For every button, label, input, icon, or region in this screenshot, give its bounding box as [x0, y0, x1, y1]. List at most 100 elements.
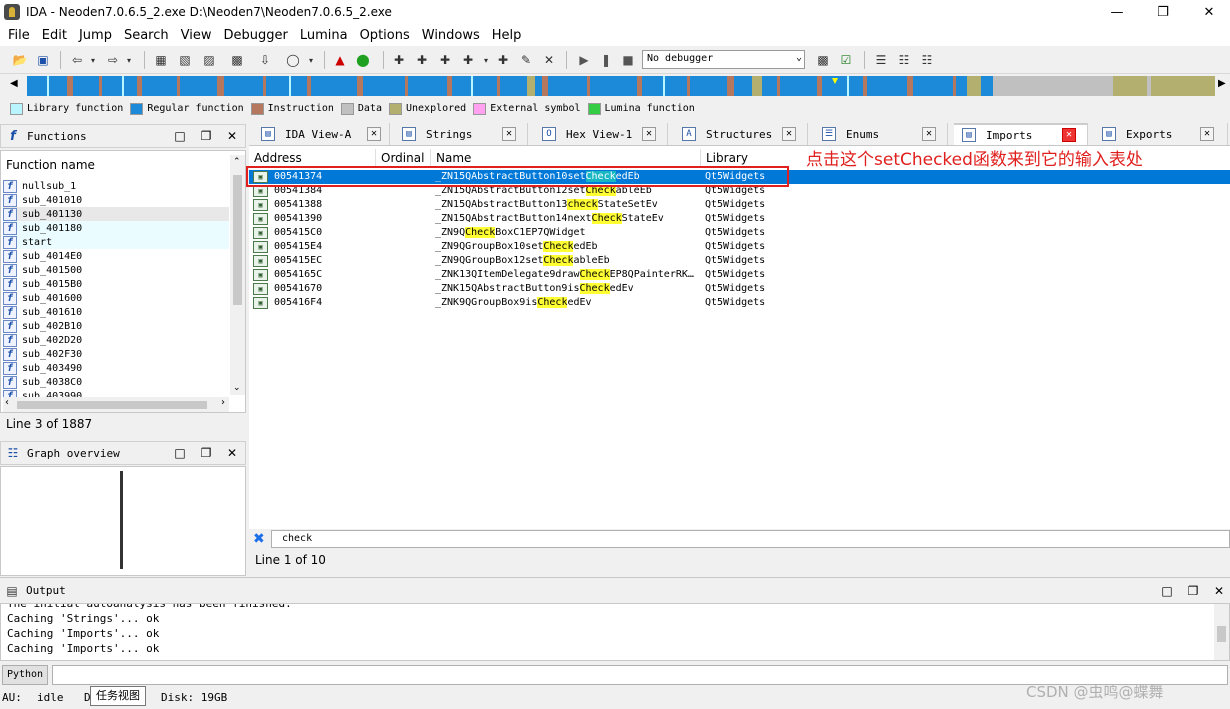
function-row[interactable]: f sub_402D20 [3, 333, 229, 347]
import-row[interactable]: ▣ 00541388 _ZN15QAbstractButton13checkStat… [249, 198, 1230, 212]
import-row[interactable]: ▣ 005415EC _ZN9QGroupBox12setCheckableEb Qt… [249, 254, 1230, 268]
import-row[interactable]: ▣ 005415E4 _ZN9QGroupBox10setCheckedEb Qt5W… [249, 240, 1230, 254]
play-icon[interactable]: ▶ [575, 51, 593, 69]
scroll-up-icon[interactable]: ⌃ [233, 157, 241, 167]
down-arrow-icon[interactable]: ⇩ [256, 51, 274, 69]
add-data-icon[interactable]: ✚ [413, 51, 431, 69]
tab-exports[interactable]: ▤ Exports ✕ [1094, 123, 1228, 145]
add-struct-icon[interactable]: ✚ [494, 51, 512, 69]
function-row[interactable]: f sub_4014E0 [3, 249, 229, 263]
function-row[interactable]: f sub_401600 [3, 291, 229, 305]
menu-jump[interactable]: Jump [73, 28, 118, 43]
text-dropdown-icon[interactable]: ▾ [302, 51, 320, 69]
scrollbar-thumb[interactable] [17, 401, 207, 409]
tab-close-icon[interactable]: ✕ [1200, 127, 1214, 141]
functions-vertical-scrollbar[interactable]: ⌃ ⌄ [230, 155, 245, 395]
warning-icon[interactable]: ▲ [331, 51, 349, 69]
tab-close-icon[interactable]: ✕ [642, 127, 656, 141]
panel-close-icon[interactable]: ✕ [225, 446, 239, 460]
tab-close-icon[interactable]: ✕ [782, 127, 796, 141]
graph-icon[interactable]: ☷ [895, 51, 913, 69]
function-row[interactable]: f sub_403490 [3, 361, 229, 375]
binary-icon[interactable]: ▦ [152, 51, 170, 69]
add-string-icon[interactable]: ✚ [436, 51, 454, 69]
menu-edit[interactable]: Edit [36, 28, 73, 43]
menu-windows[interactable]: Windows [416, 28, 486, 43]
debug-options-icon[interactable]: ▩ [814, 51, 832, 69]
functions-horizontal-scrollbar[interactable]: ‹ › [3, 397, 229, 412]
function-name-column-header[interactable]: Function name [1, 155, 231, 175]
output-vertical-scrollbar[interactable] [1214, 604, 1229, 660]
function-row[interactable]: f sub_4038C0 [3, 375, 229, 389]
menu-help[interactable]: Help [486, 28, 528, 43]
menu-search[interactable]: Search [118, 28, 175, 43]
patch-icon[interactable]: ✎ [517, 51, 535, 69]
binary-search-icon[interactable]: ▧ [176, 51, 194, 69]
import-row[interactable]: ▣ 00541670 _ZNK15QAbstractButton9isChecked… [249, 282, 1230, 296]
panel-float-icon[interactable]: ❐ [1186, 584, 1200, 598]
array-dropdown-icon[interactable]: ▾ [477, 51, 495, 69]
text-search-icon[interactable]: ▩ [228, 51, 246, 69]
import-row[interactable]: ▣ 005415C0 _ZN9QCheckBoxC1EP7QWidget Qt5Wid… [249, 226, 1230, 240]
panel-close-icon[interactable]: ✕ [1212, 584, 1226, 598]
tab-close-icon[interactable]: ✕ [502, 127, 516, 141]
maximize-icon[interactable]: ❐ [1140, 0, 1186, 24]
function-row[interactable]: f sub_401010 [3, 193, 229, 207]
column-ordinal[interactable]: Ordinal [376, 149, 431, 167]
menu-options[interactable]: Options [354, 28, 416, 43]
search-input[interactable]: check [271, 530, 1230, 548]
function-row[interactable]: f sub_401500 [3, 263, 229, 277]
proximity-icon[interactable]: ☷ [918, 51, 936, 69]
scroll-down-icon[interactable]: ⌄ [233, 383, 241, 393]
tab-ida-view-a[interactable]: ▤ IDA View-A ✕ [253, 123, 390, 145]
tab-hex-view-1[interactable]: O Hex View-1 ✕ [534, 123, 668, 145]
menu-file[interactable]: File [2, 28, 36, 43]
tab-close-icon[interactable]: ✕ [367, 127, 381, 141]
python-language-button[interactable]: Python [2, 665, 48, 685]
graph-overview-panel[interactable] [0, 466, 246, 576]
open-folder-icon[interactable]: 📂 [11, 51, 29, 69]
add-array-icon[interactable]: ✚ [459, 51, 477, 69]
function-row[interactable]: f sub_401130 [3, 207, 229, 221]
save-icon[interactable]: ▣ [34, 51, 52, 69]
function-row[interactable]: f sub_401610 [3, 305, 229, 319]
debugger-select[interactable]: No debugger ⌄ [642, 50, 805, 69]
breakpoints-icon[interactable]: ☰ [872, 51, 890, 69]
menu-lumina[interactable]: Lumina [294, 28, 354, 43]
function-row[interactable]: f start [3, 235, 229, 249]
function-row[interactable]: f sub_401180 [3, 221, 229, 235]
column-name[interactable]: Name [431, 149, 701, 167]
close-icon[interactable]: ✕ [1186, 0, 1230, 24]
nav-left-arrow-icon[interactable]: ◀ [10, 78, 18, 89]
panel-minimize-icon[interactable]: □ [173, 446, 187, 460]
menu-debugger[interactable]: Debugger [217, 28, 293, 43]
nav-right-arrow-icon[interactable]: ▶ [1218, 78, 1226, 89]
output-log[interactable]: The initial autoanalysis has been finish… [0, 603, 1230, 661]
scroll-right-icon[interactable]: › [221, 397, 225, 408]
undefine-icon[interactable]: ✕ [540, 51, 558, 69]
function-row[interactable]: f sub_402F30 [3, 347, 229, 361]
tab-close-icon[interactable]: ✕ [922, 127, 936, 141]
navigation-strip[interactable] [27, 76, 1215, 96]
forward-dropdown-icon[interactable]: ▾ [120, 51, 138, 69]
menu-view[interactable]: View [175, 28, 218, 43]
panel-close-icon[interactable]: ✕ [225, 129, 239, 143]
attach-icon[interactable]: ☑ [837, 51, 855, 69]
import-row[interactable]: ▣ 005416F4 _ZNK9QGroupBox9isCheckedEv Qt5Wi… [249, 296, 1230, 310]
column-address[interactable]: Address [249, 149, 376, 167]
import-row[interactable]: ▣ 0054165C _ZNK13QItemDelegate9drawCheckEP… [249, 268, 1230, 282]
tab-imports[interactable]: ▤ Imports ✕ [954, 123, 1088, 145]
tab-structures[interactable]: A Structures ✕ [674, 123, 808, 145]
function-row[interactable]: f sub_402B10 [3, 319, 229, 333]
tab-enums[interactable]: ☰ Enums ✕ [814, 123, 948, 145]
tab-strings[interactable]: ▤ Strings ✕ [394, 123, 528, 145]
minimize-icon[interactable]: — [1094, 0, 1140, 24]
green-circle-icon[interactable]: ⬤ [354, 51, 372, 69]
function-row[interactable]: f nullsub_1 [3, 179, 229, 193]
panel-minimize-icon[interactable]: □ [173, 129, 187, 143]
scrollbar-thumb[interactable] [233, 175, 242, 305]
panel-float-icon[interactable]: ❐ [199, 446, 213, 460]
panel-float-icon[interactable]: ❐ [199, 129, 213, 143]
clear-search-icon[interactable]: ✖ [253, 531, 265, 547]
panel-minimize-icon[interactable]: □ [1160, 584, 1174, 598]
